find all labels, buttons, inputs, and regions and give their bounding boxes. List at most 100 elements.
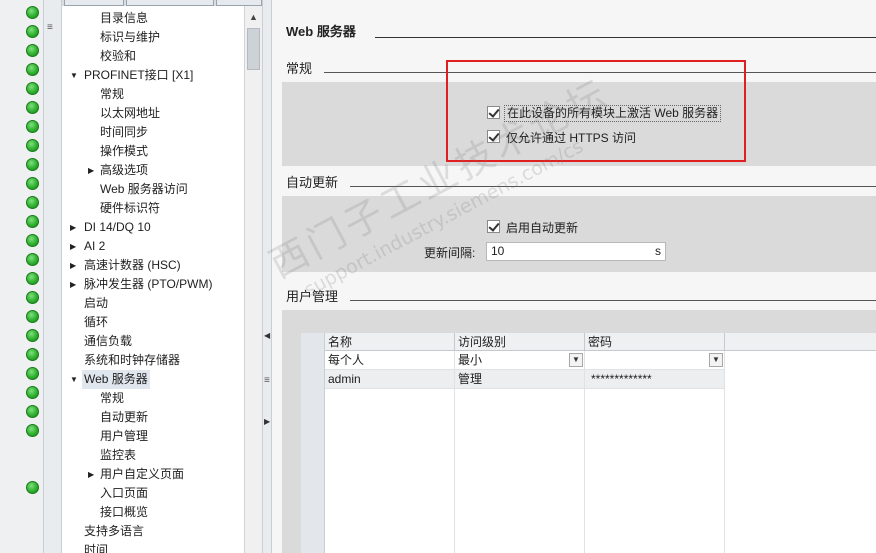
auto-update-panel: 启用自动更新 更新间隔: 10 s [282, 196, 876, 272]
triangle-right-icon[interactable]: ▶ [70, 237, 80, 256]
column-header-password[interactable]: 密码 [585, 333, 725, 351]
update-interval-input[interactable]: 10 s [486, 242, 666, 261]
tree-item-label: 校验和 [100, 49, 137, 63]
green-status-icon [26, 44, 39, 57]
table-cell-access-level[interactable]: 最小 ▼ [455, 351, 585, 370]
general-section-title: 常规 [286, 61, 313, 76]
tree-item[interactable]: 以太网地址 [62, 104, 244, 123]
column-header-empty [725, 333, 876, 351]
tree-scrollbar[interactable]: ▲ [244, 6, 262, 553]
tree-item[interactable]: 操作模式 [62, 142, 244, 161]
tree-item-label: 标识与维护 [100, 30, 161, 44]
triangle-down-icon[interactable]: ▼ [70, 370, 80, 389]
column-header-name[interactable]: 名称 [325, 333, 455, 351]
tree-item[interactable]: 接口概览 [62, 503, 244, 522]
tree-item-label: 自动更新 [100, 410, 149, 424]
gutter-grip-icon[interactable]: ≡ [47, 23, 58, 33]
expand-right-icon[interactable]: ▶ [264, 417, 270, 426]
tree-item[interactable]: 硬件标识符 [62, 199, 244, 218]
green-status-icon [26, 101, 39, 114]
tree-item-label: 循环 [84, 315, 109, 329]
tree-item[interactable]: 支持多语言 [62, 522, 244, 541]
green-status-icon [26, 367, 39, 380]
tree-item[interactable]: 校验和 [62, 47, 244, 66]
tree-item[interactable]: 系统和时钟存储器 [62, 351, 244, 370]
tree-item[interactable]: 标识与维护 [62, 28, 244, 47]
tree-item[interactable]: 自动更新 [62, 408, 244, 427]
tree-item-label: 系统和时钟存储器 [84, 353, 181, 367]
add-new-row[interactable] [325, 389, 455, 553]
green-status-icon [26, 329, 39, 342]
tree-item[interactable]: 常规 [62, 85, 244, 104]
tree-item[interactable]: 监控表 [62, 446, 244, 465]
tree-item[interactable]: 时间 [62, 541, 244, 553]
splitter-grip-icon[interactable]: ≡ [264, 375, 270, 386]
update-interval-unit: s [655, 244, 661, 258]
tree-item[interactable]: ▶ 高速计数器 (HSC) [62, 256, 244, 275]
tree-item[interactable]: 时间同步 [62, 123, 244, 142]
tree-item[interactable]: ▶ 用户自定义页面 [62, 465, 244, 484]
user-table: 名称 访问级别 密码 每个人 最小 ▼ ▼ admin 管理 *********… [301, 333, 876, 553]
tree-item[interactable]: 目录信息 [62, 9, 244, 28]
row-header-column [301, 333, 325, 553]
tree-item-label: Web 服务器访问 [100, 182, 188, 196]
tree-item[interactable]: 循环 [62, 313, 244, 332]
tree-item-label: 通信负载 [84, 334, 133, 348]
green-status-icon [26, 348, 39, 361]
green-status-icon [26, 215, 39, 228]
tree-item-label: 时间 [84, 543, 109, 553]
table-cell-name[interactable]: 每个人 [325, 351, 455, 370]
tree-item[interactable]: ▼ Web 服务器 [62, 370, 244, 389]
triangle-right-icon[interactable]: ▶ [70, 218, 80, 237]
green-status-icon [26, 481, 39, 494]
tree-item[interactable]: ▶ 高级选项 [62, 161, 244, 180]
tree-item[interactable]: 启动 [62, 294, 244, 313]
scroll-thumb[interactable] [247, 28, 260, 70]
table-cell-access-level[interactable]: 管理 [455, 370, 585, 389]
tree-item-label: 以太网地址 [100, 106, 161, 120]
green-status-icon [26, 63, 39, 76]
green-status-icon [26, 424, 39, 437]
tree-item-label: 接口概览 [100, 505, 149, 519]
highlight-box [446, 60, 746, 162]
chevron-down-icon[interactable]: ▼ [709, 353, 723, 367]
tree-item[interactable]: 常规 [62, 389, 244, 408]
tree-item-label: 支持多语言 [84, 524, 145, 538]
tree-item[interactable]: 通信负载 [62, 332, 244, 351]
green-status-icon [26, 291, 39, 304]
column-header-access-level[interactable]: 访问级别 [455, 333, 585, 351]
add-new-row-cell[interactable] [455, 389, 585, 553]
access-level-value: 最小 [458, 353, 483, 367]
table-cell-password[interactable]: ▼ [585, 351, 725, 370]
green-status-icon [26, 196, 39, 209]
tree-item-label: AI 2 [84, 239, 106, 253]
tree-item[interactable]: ▶ AI 2 [62, 237, 244, 256]
update-interval-value: 10 [491, 244, 505, 258]
table-cell-name[interactable]: admin [325, 370, 455, 389]
green-status-icon [26, 253, 39, 266]
triangle-down-icon[interactable]: ▼ [70, 66, 80, 85]
tree-item[interactable]: ▶ 脉冲发生器 (PTO/PWM) [62, 275, 244, 294]
tree-item[interactable]: ▶ DI 14/DQ 10 [62, 218, 244, 237]
chevron-down-icon[interactable]: ▼ [569, 353, 583, 367]
green-status-icon [26, 310, 39, 323]
triangle-right-icon[interactable]: ▶ [70, 275, 80, 294]
collapse-left-icon[interactable]: ◀ [264, 331, 270, 340]
enable-auto-update-checkbox[interactable] [487, 220, 500, 234]
green-status-icon [26, 120, 39, 133]
tree-item[interactable]: ▼ PROFINET接口 [X1] [62, 66, 244, 85]
enable-auto-update-option[interactable]: 启用自动更新 [487, 218, 580, 236]
scroll-up-icon[interactable]: ▲ [247, 12, 260, 24]
tree-item[interactable]: 入口页面 [62, 484, 244, 503]
tree-item[interactable]: 用户管理 [62, 427, 244, 446]
panel-splitter[interactable]: ◀ ≡ ▶ [262, 0, 272, 553]
table-cell-password[interactable]: ************* [585, 370, 725, 389]
tree-item[interactable]: Web 服务器访问 [62, 180, 244, 199]
green-status-icon [26, 234, 39, 247]
green-status-icon [26, 82, 39, 95]
tree-item-label: 用户管理 [100, 429, 149, 443]
triangle-right-icon[interactable]: ▶ [70, 256, 80, 275]
add-new-row-cell[interactable] [585, 389, 725, 553]
triangle-right-icon[interactable]: ▶ [88, 161, 98, 180]
triangle-right-icon[interactable]: ▶ [88, 465, 98, 484]
